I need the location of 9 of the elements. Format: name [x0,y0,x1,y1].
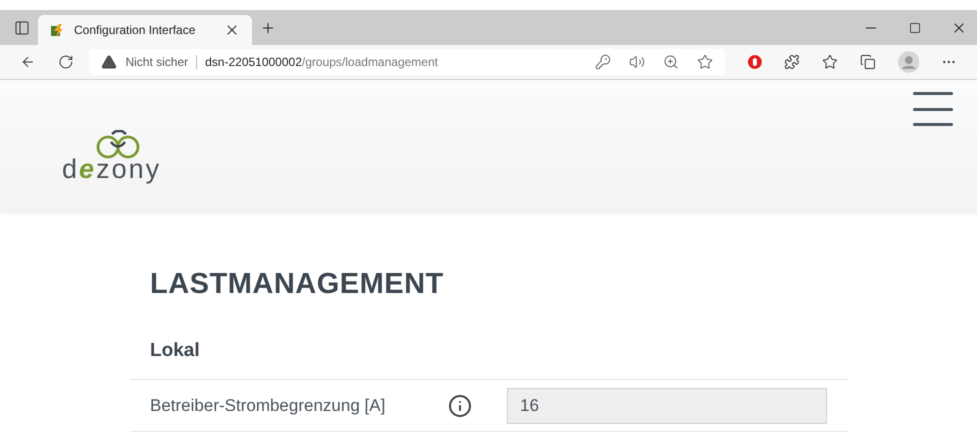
section-title: Lokal [130,336,848,380]
tab-title: Configuration Interface [74,22,196,39]
browser-tab[interactable]: Configuration Interface [38,15,252,45]
page-title: LASTMANAGEMENT [149,267,445,302]
field-label: Betreiber-Strombegrenzung [A] [150,394,386,417]
url-text: dsn-22051000002/groups/loadmanagement [205,54,439,71]
security-label: Nicht sicher [125,54,188,71]
logo-wordmark: dezony [62,156,162,183]
address-bar[interactable]: Nicht sicher dsn-22051000002/groups/loadmanagement [89,49,725,75]
